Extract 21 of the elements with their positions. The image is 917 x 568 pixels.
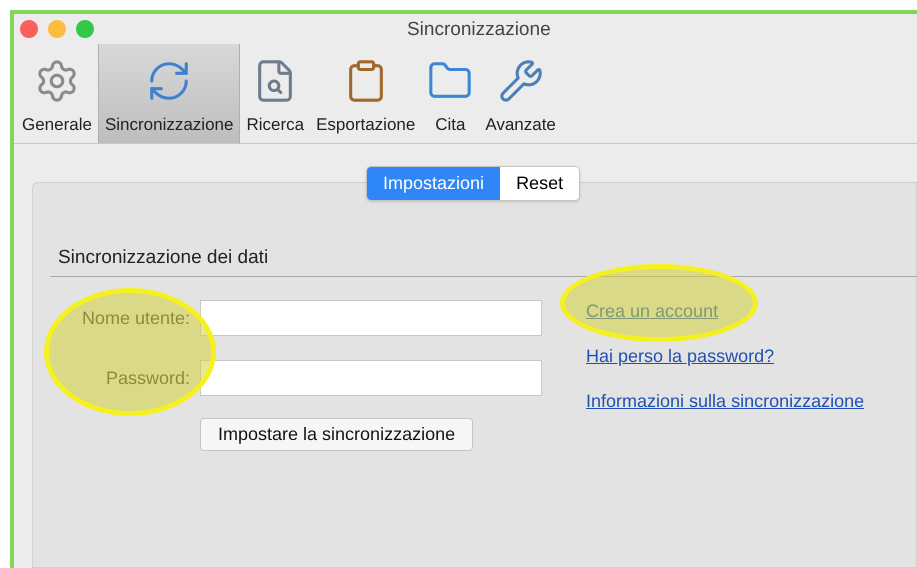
toolbar-tab[interactable]: Generale (16, 44, 98, 143)
segment-tab[interactable]: Reset (500, 167, 580, 200)
section-title: Sincronizzazione dei dati (58, 247, 268, 268)
link[interactable]: Informazioni sulla sincronizzazione (586, 388, 864, 415)
toolbar-tab[interactable]: Cita (421, 44, 480, 143)
segment-tab[interactable]: Impostazioni (367, 167, 500, 200)
zoom-button[interactable] (76, 20, 94, 38)
field-label: Nome utente: (80, 306, 190, 330)
toolbar-tab[interactable]: Esportazione (310, 44, 422, 143)
minimize-button[interactable] (48, 20, 66, 38)
link[interactable]: Hai perso la password? (586, 343, 864, 370)
field-label: Password: (104, 366, 190, 390)
toolbar-tab[interactable]: Sincronizzazione (98, 44, 240, 143)
close-button[interactable] (20, 20, 38, 38)
tools-icon (498, 58, 544, 104)
toolbar-tab[interactable]: Avanzate (479, 44, 562, 143)
setup-button[interactable]: Impostare la sincronizzazione (200, 418, 474, 451)
text-field[interactable] (200, 360, 542, 396)
window-title: Sincronizzazione (407, 18, 551, 42)
toolbar-tab[interactable]: Ricerca (240, 44, 310, 143)
text-field[interactable] (200, 300, 542, 336)
